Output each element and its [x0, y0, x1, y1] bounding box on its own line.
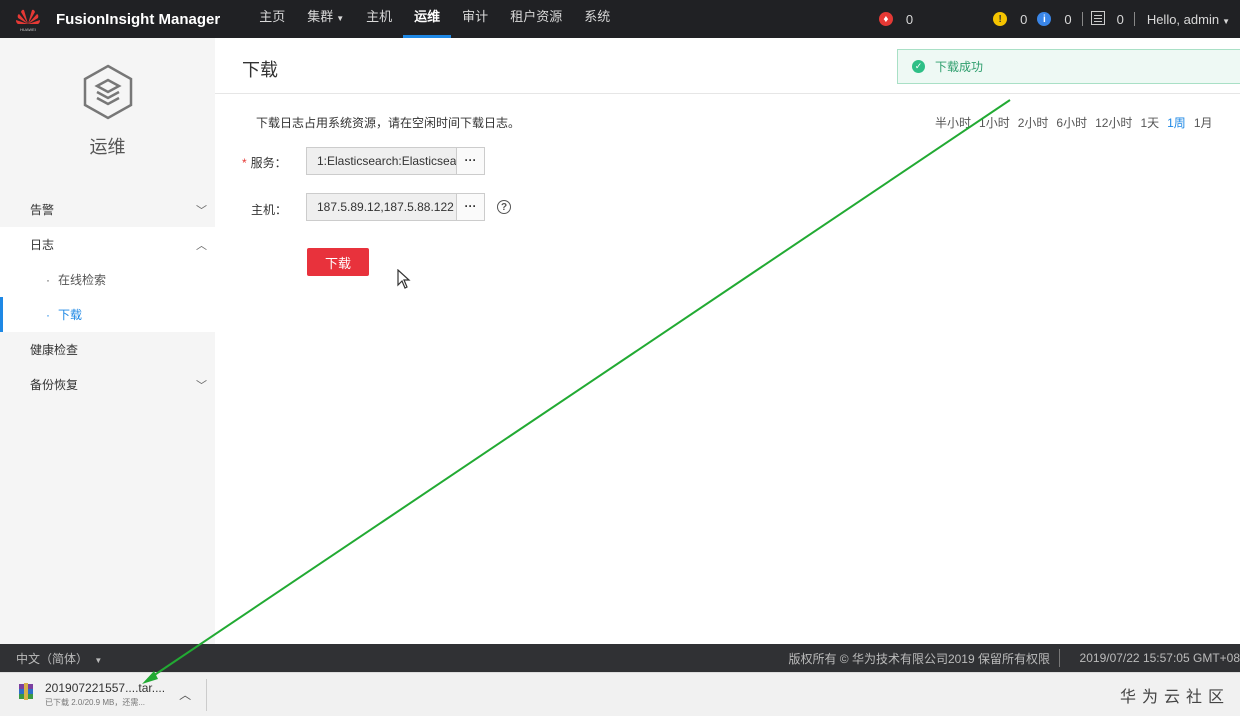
task-count[interactable]: 0 [1090, 10, 1124, 28]
sidebar-title: 运维 [89, 137, 126, 157]
chevron-down-icon: ﹀ [196, 379, 207, 392]
select-host-button[interactable]: ··· [456, 194, 484, 220]
sidebar-item-alarm[interactable]: 告警 ﹀ [0, 192, 215, 227]
download-progress: 已下载 2.0/20.9 MB，还需... [45, 698, 146, 707]
nav-home[interactable]: 主页 [248, 0, 296, 38]
divider [1133, 12, 1135, 26]
nav-cluster[interactable]: 集群 ▼ [296, 0, 355, 38]
range-1-month[interactable]: 1月 [1194, 114, 1213, 131]
operations-icon [82, 64, 134, 125]
nav-hosts[interactable]: 主机 [355, 0, 403, 38]
copyright: 版权所有 © 华为技术有限公司2019 保留所有权限 [788, 651, 1050, 666]
chevron-down-icon: ﹀ [196, 204, 207, 217]
select-service-button[interactable]: ··· [456, 148, 484, 174]
chevron-up-icon: ︿ [196, 239, 207, 252]
caret-down-icon: ▼ [1222, 16, 1230, 26]
sidebar-header: 运维 [0, 38, 215, 192]
nav-tenant[interactable]: 租户资源 [499, 0, 573, 38]
browser-download-bar: 201907221557....tar.... 已下载 2.0/20.9 MB，… [0, 672, 1240, 716]
divider [1059, 649, 1060, 667]
caret-down-icon: ▼ [94, 655, 103, 665]
mouse-cursor-icon [397, 268, 411, 294]
time-range-selector: 半小时 1小时 2小时 6小时 12小时 1天 1周 1月 [935, 114, 1221, 131]
footer: 中文（简体） ▼ 版权所有 © 华为技术有限公司2019 保留所有权限 2019… [0, 644, 1240, 672]
user-menu[interactable]: Hello, admin ▼ [1147, 12, 1230, 27]
divider [1081, 12, 1083, 26]
info-alarm-count[interactable]: i 0 [1037, 12, 1072, 27]
nav-audit[interactable]: 审计 [451, 0, 499, 38]
download-notice: 下载日志占用系统资源，请在空闲时间下载日志。 [256, 116, 521, 130]
watermark: 华为云社区 [1119, 689, 1230, 706]
sidebar-item-online-search[interactable]: · 在线检索 [0, 262, 215, 297]
sidebar: 运维 告警 ﹀ 日志 ︿ · 在线检索 · 下载 健康检查 备份恢复 ﹀ [0, 38, 215, 644]
divider [206, 679, 207, 711]
divider [215, 93, 1240, 94]
service-label: * 服务： [242, 156, 287, 170]
task-list-icon [1090, 10, 1105, 28]
range-12-hours[interactable]: 12小时 [1095, 114, 1132, 131]
chevron-up-icon[interactable]: ︿ [179, 686, 191, 703]
language-selector[interactable]: 中文（简体） ▼ [16, 650, 102, 667]
check-circle-icon: ✓ [912, 60, 925, 73]
top-nav-bar: HUAWEI FusionInsight Manager 主页 集群 ▼ 主机 运… [0, 0, 1240, 38]
info-icon: i [1037, 12, 1052, 26]
archive-file-icon [17, 682, 35, 707]
range-6-hours[interactable]: 6小时 [1056, 114, 1087, 131]
range-1-hour[interactable]: 1小时 [979, 114, 1010, 131]
range-1-day[interactable]: 1天 [1140, 114, 1159, 131]
service-field[interactable]: 1:Elasticsearch:Elasticsearch ··· [306, 147, 485, 175]
nav-ops[interactable]: 运维 [403, 0, 452, 38]
download-item[interactable]: 201907221557....tar.... 已下载 2.0/20.9 MB，… [17, 678, 207, 712]
nav-system[interactable]: 系统 [573, 0, 621, 38]
huawei-logo[interactable]: HUAWEI [0, 0, 56, 38]
header-status: ♦ 0 ! 0 i 0 0 Hello, admin ▼ [878, 0, 1240, 38]
host-field[interactable]: 187.5.89.12,187.5.88.122 ··· [306, 193, 485, 221]
caret-down-icon: ▼ [336, 14, 345, 23]
success-toast[interactable]: ✓ 下载成功 [897, 49, 1240, 84]
host-label: 主机： [251, 203, 288, 217]
sidebar-item-download[interactable]: · 下载 [0, 297, 215, 332]
sidebar-item-backup[interactable]: 备份恢复 ﹀ [0, 367, 215, 402]
server-time: 2019/07/22 15:57:05 GMT+08 [1079, 651, 1240, 665]
app-title[interactable]: FusionInsight Manager [56, 11, 220, 28]
bullet-icon: · [46, 272, 50, 287]
sidebar-item-health-check[interactable]: 健康检查 [0, 332, 215, 367]
main-content: 下载 ✓ 下载成功 下载日志占用系统资源，请在空闲时间下载日志。 半小时 1小时… [215, 38, 1240, 644]
warning-icon: ! [993, 12, 1008, 26]
major-alarm-count[interactable]: ! 0 [993, 12, 1027, 27]
main-nav: 主页 集群 ▼ 主机 运维 审计 租户资源 系统 [248, 0, 621, 38]
download-button[interactable]: 下载 [307, 248, 369, 276]
range-2-hours[interactable]: 2小时 [1018, 114, 1049, 131]
sidebar-item-log[interactable]: 日志 ︿ [0, 227, 215, 262]
range-half-hour[interactable]: 半小时 [935, 114, 971, 131]
help-icon[interactable]: ? [497, 200, 511, 214]
flame-icon: ♦ [878, 12, 893, 26]
huawei-logo-text: HUAWEI [20, 27, 36, 32]
download-file-name: 201907221557....tar.... [45, 681, 166, 695]
range-1-week[interactable]: 1周 [1167, 114, 1186, 131]
bullet-icon: · [46, 307, 50, 322]
required-marker: * [242, 156, 247, 170]
page-title: 下载 [242, 60, 278, 80]
critical-alarm-count[interactable]: ♦ 0 [878, 12, 913, 27]
